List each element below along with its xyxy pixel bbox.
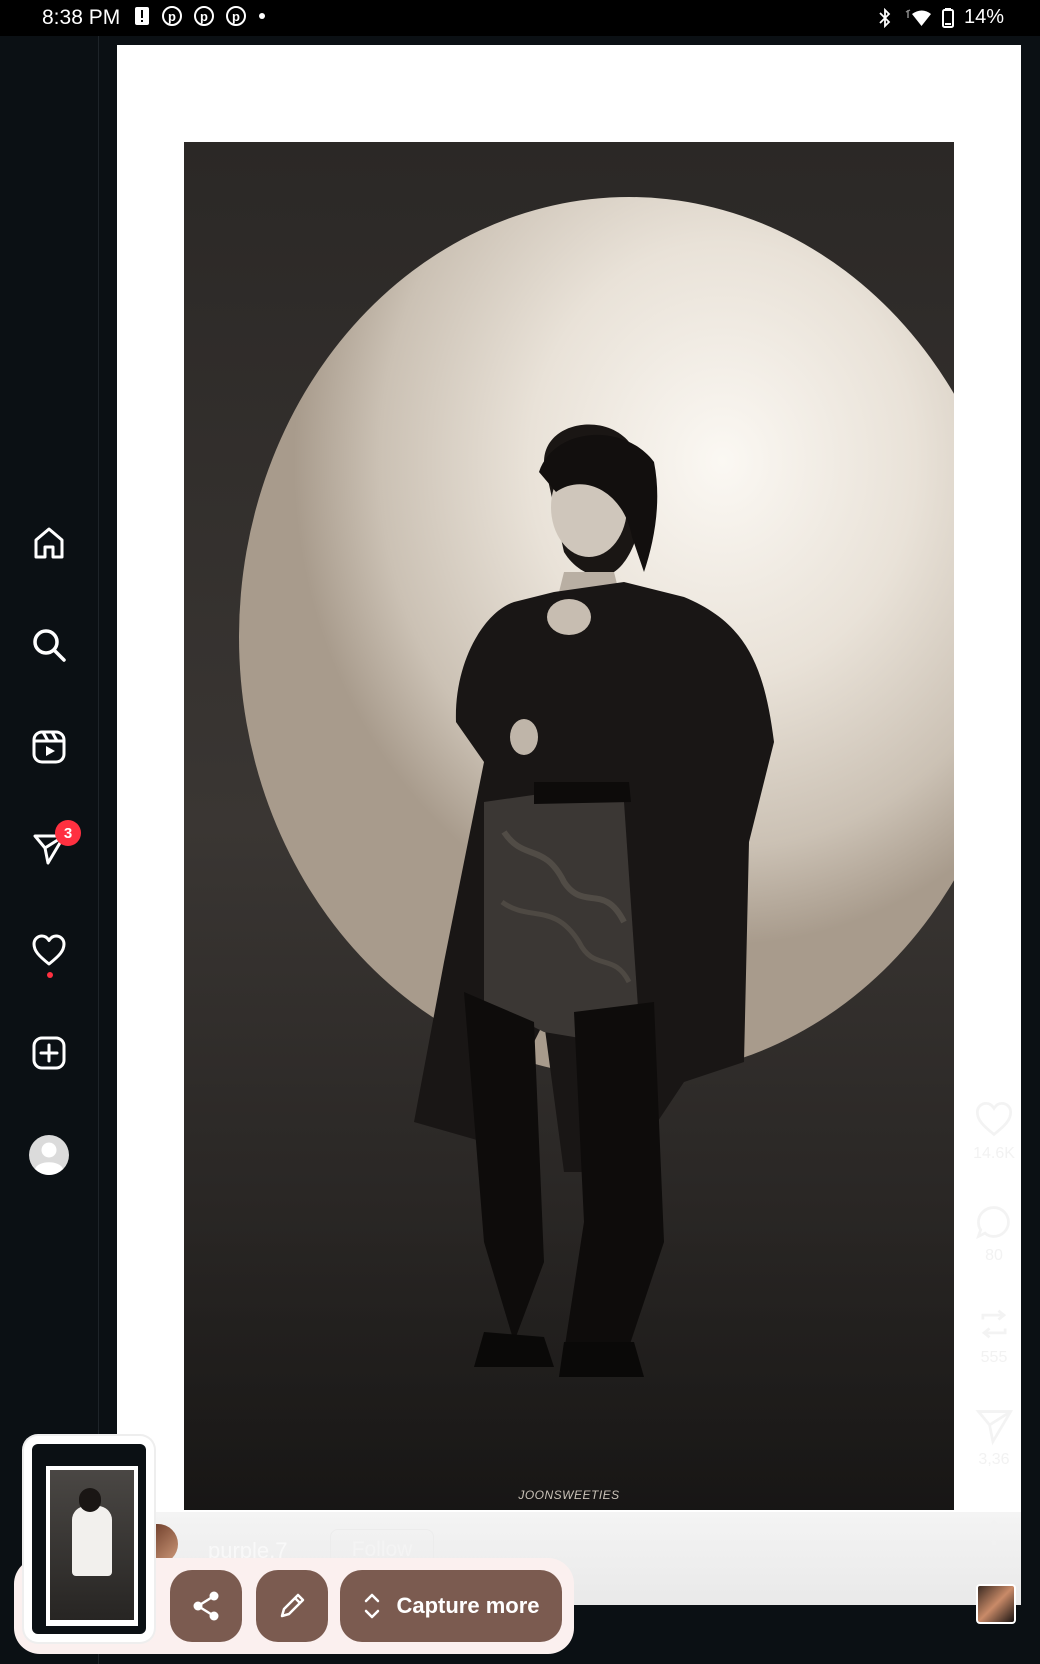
dot-icon — [259, 13, 265, 19]
nav-reels[interactable] — [24, 722, 74, 772]
heart-icon — [32, 934, 66, 966]
screenshot-thumbnail[interactable] — [24, 1436, 154, 1642]
share-count: 3,36 — [978, 1451, 1010, 1468]
sidebar: 3 — [0, 36, 99, 1664]
status-time: 8:38 PM — [42, 6, 121, 29]
status-bar: 8:38 PM p p p 14% — [0, 0, 1040, 36]
wifi-icon — [905, 8, 931, 26]
nav-profile[interactable] — [24, 1130, 74, 1180]
more-vertical-icon — [991, 1520, 997, 1546]
send-icon — [975, 1410, 1014, 1446]
screenshot-preview — [32, 1444, 146, 1634]
like-action[interactable]: 14.6K — [968, 1100, 1020, 1163]
share-button[interactable] — [170, 1570, 242, 1642]
repost-count: 555 — [980, 1349, 1008, 1366]
status-right: 14% — [878, 6, 1004, 29]
expand-vertical-icon — [365, 1593, 380, 1619]
battery-percent: 14% — [963, 6, 1004, 28]
portrait-photo — [184, 142, 954, 1510]
reels-icon — [32, 730, 66, 764]
nav-messages[interactable]: 3 — [24, 820, 81, 874]
pencil-icon — [280, 1593, 305, 1618]
post-image[interactable]: JOONSWEETIES — [184, 142, 954, 1510]
comment-count: 80 — [985, 1247, 1003, 1264]
alert-icon — [135, 7, 149, 25]
bluetooth-icon — [879, 7, 891, 28]
search-icon — [33, 629, 66, 662]
nav-home[interactable] — [24, 518, 74, 568]
pinterest-icon: p — [226, 6, 246, 26]
notification-icons: p p p — [134, 6, 266, 26]
home-icon — [34, 527, 64, 559]
more-action[interactable] — [968, 1518, 1020, 1553]
pinterest-icon: p — [194, 6, 214, 26]
share-icon — [193, 1591, 219, 1621]
audio-thumbnail[interactable] — [976, 1584, 1016, 1624]
heart-icon — [975, 1101, 1013, 1137]
plus-square-icon — [32, 1036, 66, 1070]
like-count: 14.6K — [973, 1145, 1015, 1162]
avatar-icon — [29, 1135, 69, 1175]
nav-create[interactable] — [24, 1028, 74, 1078]
repost-action[interactable]: 555 — [968, 1304, 1020, 1367]
repost-icon — [981, 1309, 1007, 1339]
nav-notifications[interactable] — [24, 926, 74, 978]
messages-badge: 3 — [55, 820, 81, 846]
share-action[interactable]: 3,36 — [968, 1406, 1020, 1469]
comment-icon — [976, 1206, 1010, 1240]
svg-text:p: p — [168, 9, 176, 24]
capture-more-label: Capture more — [396, 1593, 540, 1618]
notification-dot — [47, 972, 53, 978]
pinterest-icon: p — [162, 6, 182, 26]
capture-more-button[interactable]: Capture more — [340, 1570, 562, 1642]
svg-text:p: p — [200, 9, 208, 24]
image-watermark: JOONSWEETIES — [518, 1488, 620, 1502]
nav-search[interactable] — [24, 620, 74, 670]
edit-button[interactable] — [256, 1570, 328, 1642]
comment-action[interactable]: 80 — [968, 1202, 1020, 1265]
battery-icon — [941, 7, 954, 28]
svg-text:p: p — [232, 9, 240, 24]
